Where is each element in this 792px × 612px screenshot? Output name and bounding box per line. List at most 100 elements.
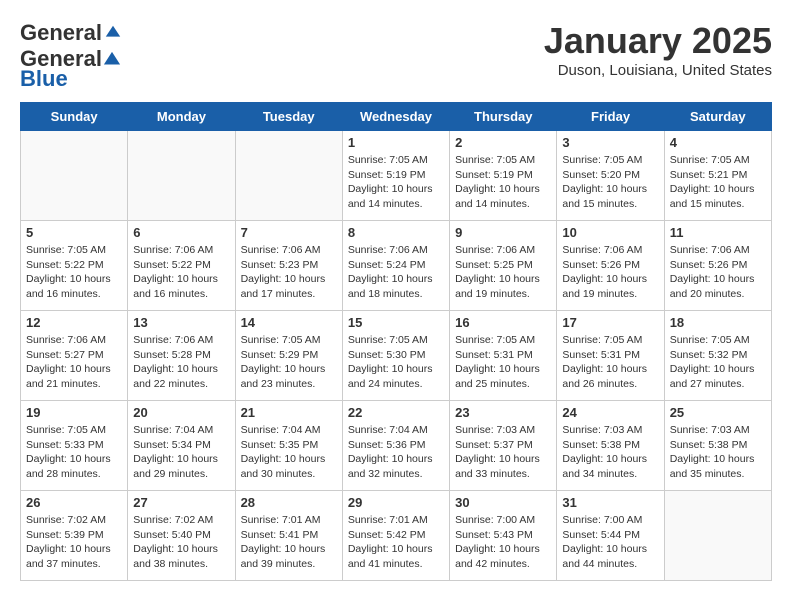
calendar-cell: [128, 131, 235, 221]
logo: General General Blue: [20, 20, 122, 92]
calendar-cell: 22Sunrise: 7:04 AM Sunset: 5:36 PM Dayli…: [342, 401, 449, 491]
weekday-header-row: SundayMondayTuesdayWednesdayThursdayFrid…: [21, 103, 772, 131]
calendar-title: January 2025: [544, 20, 772, 62]
weekday-header-tuesday: Tuesday: [235, 103, 342, 131]
day-number: 28: [241, 495, 337, 510]
day-number: 31: [562, 495, 658, 510]
day-info: Sunrise: 7:06 AM Sunset: 5:26 PM Dayligh…: [562, 243, 658, 302]
day-info: Sunrise: 7:00 AM Sunset: 5:43 PM Dayligh…: [455, 513, 551, 572]
calendar-cell: 5Sunrise: 7:05 AM Sunset: 5:22 PM Daylig…: [21, 221, 128, 311]
day-number: 26: [26, 495, 122, 510]
calendar-cell: 9 Sunrise: 7:06 AM Sunset: 5:25 PM Daylig…: [450, 221, 557, 311]
calendar-cell: 12 Sunrise: 7:06 AM Sunset: 5:27 PM Dayli…: [21, 311, 128, 401]
day-number: 14: [241, 315, 337, 330]
day-info: Sunrise: 7:01 AM Sunset: 5:41 PM Dayligh…: [241, 513, 337, 572]
calendar-cell: 13 Sunrise: 7:06 AM Sunset: 5:28 PM Dayli…: [128, 311, 235, 401]
day-number: 3: [562, 135, 658, 150]
day-number: 9: [455, 225, 551, 240]
calendar-cell: 6Sunrise: 7:06 AM Sunset: 5:22 PM Daylig…: [128, 221, 235, 311]
logo-triangle-icon: [103, 51, 121, 69]
calendar-cell: 30 Sunrise: 7:00 AM Sunset: 5:43 PM Dayli…: [450, 491, 557, 581]
calendar-cell: 20Sunrise: 7:04 AM Sunset: 5:34 PM Dayli…: [128, 401, 235, 491]
day-info: Sunrise: 7:00 AM Sunset: 5:44 PM Dayligh…: [562, 513, 658, 572]
day-number: 16: [455, 315, 551, 330]
logo-icon: [104, 24, 122, 42]
calendar-cell: 1Sunrise: 7:05 AM Sunset: 5:19 PM Daylig…: [342, 131, 449, 221]
calendar-subtitle: Duson, Louisiana, United States: [544, 62, 772, 79]
calendar-cell: 3 Sunrise: 7:05 AM Sunset: 5:20 PM Daylig…: [557, 131, 664, 221]
day-info: Sunrise: 7:04 AM Sunset: 5:36 PM Dayligh…: [348, 423, 444, 482]
day-info: Sunrise: 7:05 AM Sunset: 5:19 PM Dayligh…: [455, 153, 551, 212]
day-number: 21: [241, 405, 337, 420]
day-info: Sunrise: 7:05 AM Sunset: 5:31 PM Dayligh…: [562, 333, 658, 392]
calendar-cell: 21 Sunrise: 7:04 AM Sunset: 5:35 PM Dayli…: [235, 401, 342, 491]
day-info: Sunrise: 7:05 AM Sunset: 5:20 PM Dayligh…: [562, 153, 658, 212]
calendar-cell: 2 Sunrise: 7:05 AM Sunset: 5:19 PM Daylig…: [450, 131, 557, 221]
week-row-5: 26 Sunrise: 7:02 AM Sunset: 5:39 PM Dayli…: [21, 491, 772, 581]
logo-general-text: General: [20, 20, 102, 46]
day-number: 12: [26, 315, 122, 330]
calendar-cell: 27 Sunrise: 7:02 AM Sunset: 5:40 PM Dayli…: [128, 491, 235, 581]
week-row-3: 12 Sunrise: 7:06 AM Sunset: 5:27 PM Dayli…: [21, 311, 772, 401]
day-info: Sunrise: 7:02 AM Sunset: 5:40 PM Dayligh…: [133, 513, 229, 572]
day-info: Sunrise: 7:06 AM Sunset: 5:25 PM Dayligh…: [455, 243, 551, 302]
weekday-header-sunday: Sunday: [21, 103, 128, 131]
day-info: Sunrise: 7:03 AM Sunset: 5:37 PM Dayligh…: [455, 423, 551, 482]
day-number: 8: [348, 225, 444, 240]
calendar-cell: 31 Sunrise: 7:00 AM Sunset: 5:44 PM Dayli…: [557, 491, 664, 581]
day-info: Sunrise: 7:06 AM Sunset: 5:22 PM Dayligh…: [133, 243, 229, 302]
calendar-cell: [664, 491, 771, 581]
day-number: 10: [562, 225, 658, 240]
calendar-cell: [21, 131, 128, 221]
day-info: Sunrise: 7:02 AM Sunset: 5:39 PM Dayligh…: [26, 513, 122, 572]
calendar-cell: 19Sunrise: 7:05 AM Sunset: 5:33 PM Dayli…: [21, 401, 128, 491]
calendar-cell: 28 Sunrise: 7:01 AM Sunset: 5:41 PM Dayli…: [235, 491, 342, 581]
weekday-header-saturday: Saturday: [664, 103, 771, 131]
calendar-cell: 15 Sunrise: 7:05 AM Sunset: 5:30 PM Dayli…: [342, 311, 449, 401]
calendar-cell: 24Sunrise: 7:03 AM Sunset: 5:38 PM Dayli…: [557, 401, 664, 491]
calendar-cell: 25 Sunrise: 7:03 AM Sunset: 5:38 PM Dayli…: [664, 401, 771, 491]
calendar-cell: 16 Sunrise: 7:05 AM Sunset: 5:31 PM Dayli…: [450, 311, 557, 401]
day-info: Sunrise: 7:05 AM Sunset: 5:21 PM Dayligh…: [670, 153, 766, 212]
day-info: Sunrise: 7:03 AM Sunset: 5:38 PM Dayligh…: [562, 423, 658, 482]
day-info: Sunrise: 7:05 AM Sunset: 5:31 PM Dayligh…: [455, 333, 551, 392]
day-info: Sunrise: 7:06 AM Sunset: 5:27 PM Dayligh…: [26, 333, 122, 392]
day-info: Sunrise: 7:05 AM Sunset: 5:19 PM Dayligh…: [348, 153, 444, 212]
day-info: Sunrise: 7:03 AM Sunset: 5:38 PM Dayligh…: [670, 423, 766, 482]
day-info: Sunrise: 7:06 AM Sunset: 5:26 PM Dayligh…: [670, 243, 766, 302]
title-block: January 2025 Duson, Louisiana, United St…: [544, 20, 772, 79]
week-row-2: 5Sunrise: 7:05 AM Sunset: 5:22 PM Daylig…: [21, 221, 772, 311]
day-number: 27: [133, 495, 229, 510]
day-info: Sunrise: 7:05 AM Sunset: 5:29 PM Dayligh…: [241, 333, 337, 392]
calendar-cell: 14 Sunrise: 7:05 AM Sunset: 5:29 PM Dayli…: [235, 311, 342, 401]
day-number: 13: [133, 315, 229, 330]
day-number: 19: [26, 405, 122, 420]
calendar-cell: 23 Sunrise: 7:03 AM Sunset: 5:37 PM Dayli…: [450, 401, 557, 491]
day-number: 2: [455, 135, 551, 150]
weekday-header-thursday: Thursday: [450, 103, 557, 131]
day-number: 5: [26, 225, 122, 240]
day-info: Sunrise: 7:01 AM Sunset: 5:42 PM Dayligh…: [348, 513, 444, 572]
day-number: 15: [348, 315, 444, 330]
calendar-cell: 8Sunrise: 7:06 AM Sunset: 5:24 PM Daylig…: [342, 221, 449, 311]
day-info: Sunrise: 7:05 AM Sunset: 5:30 PM Dayligh…: [348, 333, 444, 392]
calendar-cell: 7Sunrise: 7:06 AM Sunset: 5:23 PM Daylig…: [235, 221, 342, 311]
calendar-cell: 11Sunrise: 7:06 AM Sunset: 5:26 PM Dayli…: [664, 221, 771, 311]
calendar-cell: 17 Sunrise: 7:05 AM Sunset: 5:31 PM Dayli…: [557, 311, 664, 401]
day-info: Sunrise: 7:04 AM Sunset: 5:35 PM Dayligh…: [241, 423, 337, 482]
calendar-cell: [235, 131, 342, 221]
page-header: General General Blue January 2025 Duson,…: [20, 20, 772, 92]
day-number: 30: [455, 495, 551, 510]
day-number: 23: [455, 405, 551, 420]
week-row-4: 19Sunrise: 7:05 AM Sunset: 5:33 PM Dayli…: [21, 401, 772, 491]
calendar-cell: 26 Sunrise: 7:02 AM Sunset: 5:39 PM Dayli…: [21, 491, 128, 581]
day-number: 25: [670, 405, 766, 420]
day-info: Sunrise: 7:04 AM Sunset: 5:34 PM Dayligh…: [133, 423, 229, 482]
logo-blue-label: Blue: [20, 66, 68, 92]
day-number: 4: [670, 135, 766, 150]
day-number: 18: [670, 315, 766, 330]
day-number: 17: [562, 315, 658, 330]
day-info: Sunrise: 7:06 AM Sunset: 5:23 PM Dayligh…: [241, 243, 337, 302]
day-number: 29: [348, 495, 444, 510]
day-info: Sunrise: 7:06 AM Sunset: 5:28 PM Dayligh…: [133, 333, 229, 392]
